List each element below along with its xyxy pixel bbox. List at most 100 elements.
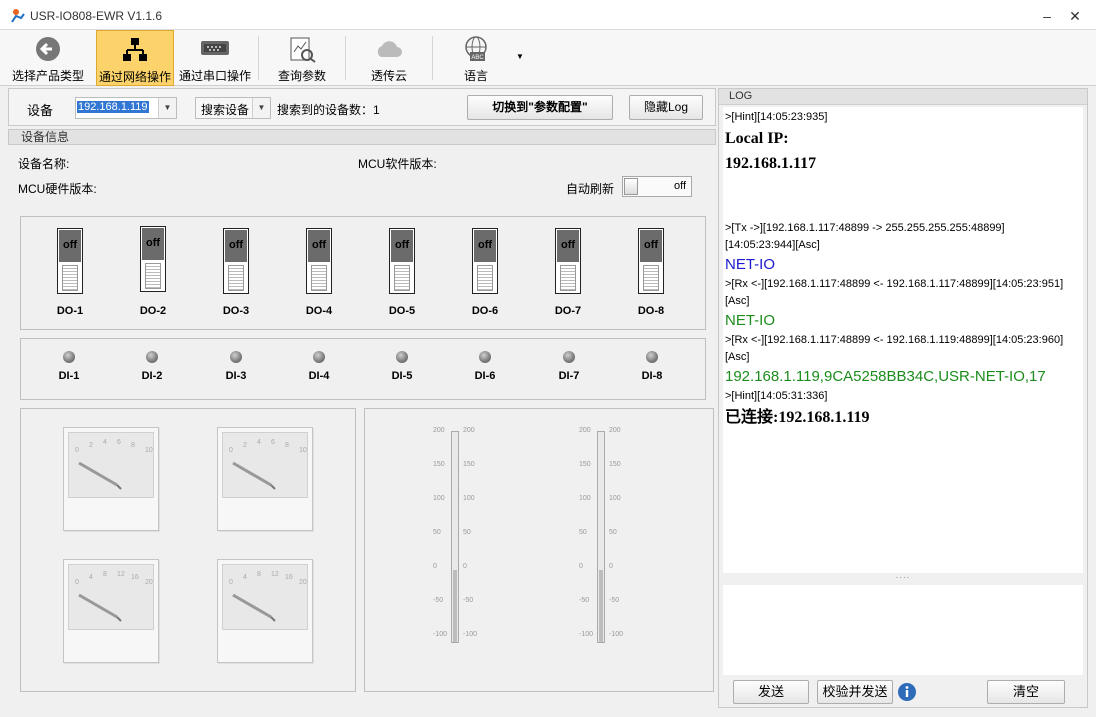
analog-gauge: 0 4 8 12 16 20: [63, 559, 159, 663]
query-params-button[interactable]: 查询参数: [264, 30, 340, 86]
log-line: NET-IO: [725, 312, 776, 329]
mcu-software-version-label: MCU软件版本:: [358, 157, 437, 171]
do-switch-3[interactable]: off: [223, 228, 249, 294]
switch-grip: [477, 265, 493, 291]
minimize-button[interactable]: –: [1034, 6, 1060, 26]
switch-state: off: [474, 230, 496, 262]
select-product-type-button[interactable]: 选择产品类型: [8, 30, 88, 86]
toolbar-separator: [258, 36, 259, 80]
analog-output-slider[interactable]: [597, 431, 605, 643]
do-label: DO-7: [554, 305, 582, 317]
slider-fill: [453, 570, 457, 642]
log-panel: LOG >[Hint][14:05:23:935] Local IP: 192.16…: [718, 88, 1088, 708]
di-label: DI-1: [58, 370, 80, 382]
gauge-face: 0 2 4 6 8 10: [222, 432, 308, 498]
di-indicator-led: [146, 351, 158, 363]
auto-refresh-state: off: [673, 180, 686, 192]
language-dropdown-arrow-icon[interactable]: ▼: [516, 52, 524, 61]
do-switch-1[interactable]: off: [57, 228, 83, 294]
title-bar: USR-IO808-EWR V1.1.6 – ✕: [0, 0, 1096, 30]
info-icon[interactable]: [897, 682, 917, 702]
switch-grip: [394, 265, 410, 291]
checksum-send-button[interactable]: 校验并发送: [817, 680, 893, 704]
splitter-handle[interactable]: ····: [723, 574, 1083, 583]
di-inputs-panel: DI-1 DI-2 DI-3 DI-4 DI-5 DI-6 DI-7 DI-8: [20, 338, 706, 400]
hide-log-button[interactable]: 隐藏Log: [629, 95, 703, 120]
di-indicator-led: [313, 351, 325, 363]
query-chart-icon: [290, 37, 316, 63]
switch-state: off: [308, 230, 330, 262]
device-name-label: 设备名称:: [18, 157, 70, 171]
search-device-label: 搜索设备: [201, 103, 250, 117]
device-info-header: 设备信息: [8, 129, 716, 145]
slider-scale-label: 150: [609, 461, 621, 468]
network-operation-button[interactable]: 通过网络操作: [96, 30, 174, 86]
slider-scale-label: 100: [463, 495, 475, 502]
switch-grip: [560, 265, 576, 291]
device-bar: 设备 192.168.1.119 ▼ 搜索设备 ▼ 搜索到的设备数：1 切换到"…: [8, 88, 716, 126]
di-label: DI-2: [141, 370, 163, 382]
switch-state: off: [59, 230, 81, 262]
slider-scale-label: 50: [433, 529, 441, 536]
di-indicator-led: [230, 351, 242, 363]
log-line: [Asc]: [725, 295, 750, 307]
slider-scale-label: -50: [463, 597, 474, 604]
gauge-needle: [232, 593, 276, 622]
slider-scale-label: 100: [433, 495, 445, 502]
switch-state: off: [142, 228, 164, 260]
switch-to-config-button[interactable]: 切换到"参数配置": [467, 95, 613, 120]
slider-scale-label: -50: [579, 597, 590, 604]
do-switch-5[interactable]: off: [389, 228, 415, 294]
slider-scale-label: 0: [463, 563, 467, 570]
found-devices-count: 搜索到的设备数：1: [277, 101, 380, 118]
send-input[interactable]: [723, 585, 1083, 675]
log-line: 192.168.1.117: [725, 155, 817, 172]
slider-scale-label: 0: [609, 563, 613, 570]
clear-button[interactable]: 清空: [987, 680, 1065, 704]
do-switch-7[interactable]: off: [555, 228, 581, 294]
auto-refresh-toggle[interactable]: off: [622, 176, 692, 197]
gauge-face: 0 2 4 6 8 10: [68, 432, 154, 498]
language-button[interactable]: ABC 语言: [440, 30, 512, 86]
slider-scale-label: -100: [609, 631, 624, 638]
cloud-icon: [377, 41, 402, 57]
do-switch-2[interactable]: off: [140, 226, 166, 292]
globe-abc-icon: ABC: [465, 36, 487, 61]
toolbar-separator: [345, 36, 346, 80]
send-button[interactable]: 发送: [733, 680, 809, 704]
analog-output-slider[interactable]: [451, 431, 459, 643]
switch-state: off: [557, 230, 579, 262]
di-label: DI-4: [308, 370, 330, 382]
toggle-knob: [624, 178, 638, 195]
slider-scale-label: -50: [433, 597, 444, 604]
app-logo-icon: [11, 9, 25, 23]
found-devices-label: 搜索到的设备数：: [277, 103, 374, 117]
log-view[interactable]: >[Hint][14:05:23:935] Local IP: 192.168.1.…: [723, 107, 1083, 573]
slider-scale-label: 100: [609, 495, 621, 502]
serial-port-icon: [201, 41, 229, 55]
slider-scale-label: 150: [579, 461, 591, 468]
do-label: DO-3: [222, 305, 250, 317]
toolbar-separator: [432, 36, 433, 80]
transparent-cloud-button[interactable]: 透传云: [350, 30, 428, 86]
device-select[interactable]: 192.168.1.119 ▼: [75, 97, 177, 119]
search-device-button[interactable]: 搜索设备 ▼: [195, 97, 271, 119]
log-line: >[Hint][14:05:23:935]: [725, 111, 828, 123]
do-switch-6[interactable]: off: [472, 228, 498, 294]
analog-gauge: 0 4 8 12 16 20: [217, 559, 313, 663]
slider-scale-label: -100: [433, 631, 448, 638]
switch-grip: [145, 263, 161, 289]
slider-fill: [599, 570, 603, 642]
do-switch-8[interactable]: off: [638, 228, 664, 294]
do-switch-4[interactable]: off: [306, 228, 332, 294]
di-label: DI-6: [474, 370, 496, 382]
serial-operation-button[interactable]: 通过串口操作: [176, 30, 254, 86]
switch-state: off: [640, 230, 662, 262]
log-line: Local IP:: [725, 130, 789, 147]
slider-scale-label: 200: [609, 427, 621, 434]
slider-scale-label: 50: [579, 529, 587, 536]
close-button[interactable]: ✕: [1062, 6, 1088, 26]
di-indicator-led: [563, 351, 575, 363]
slider-scale-label: 200: [463, 427, 475, 434]
slider-scale-label: -50: [609, 597, 620, 604]
